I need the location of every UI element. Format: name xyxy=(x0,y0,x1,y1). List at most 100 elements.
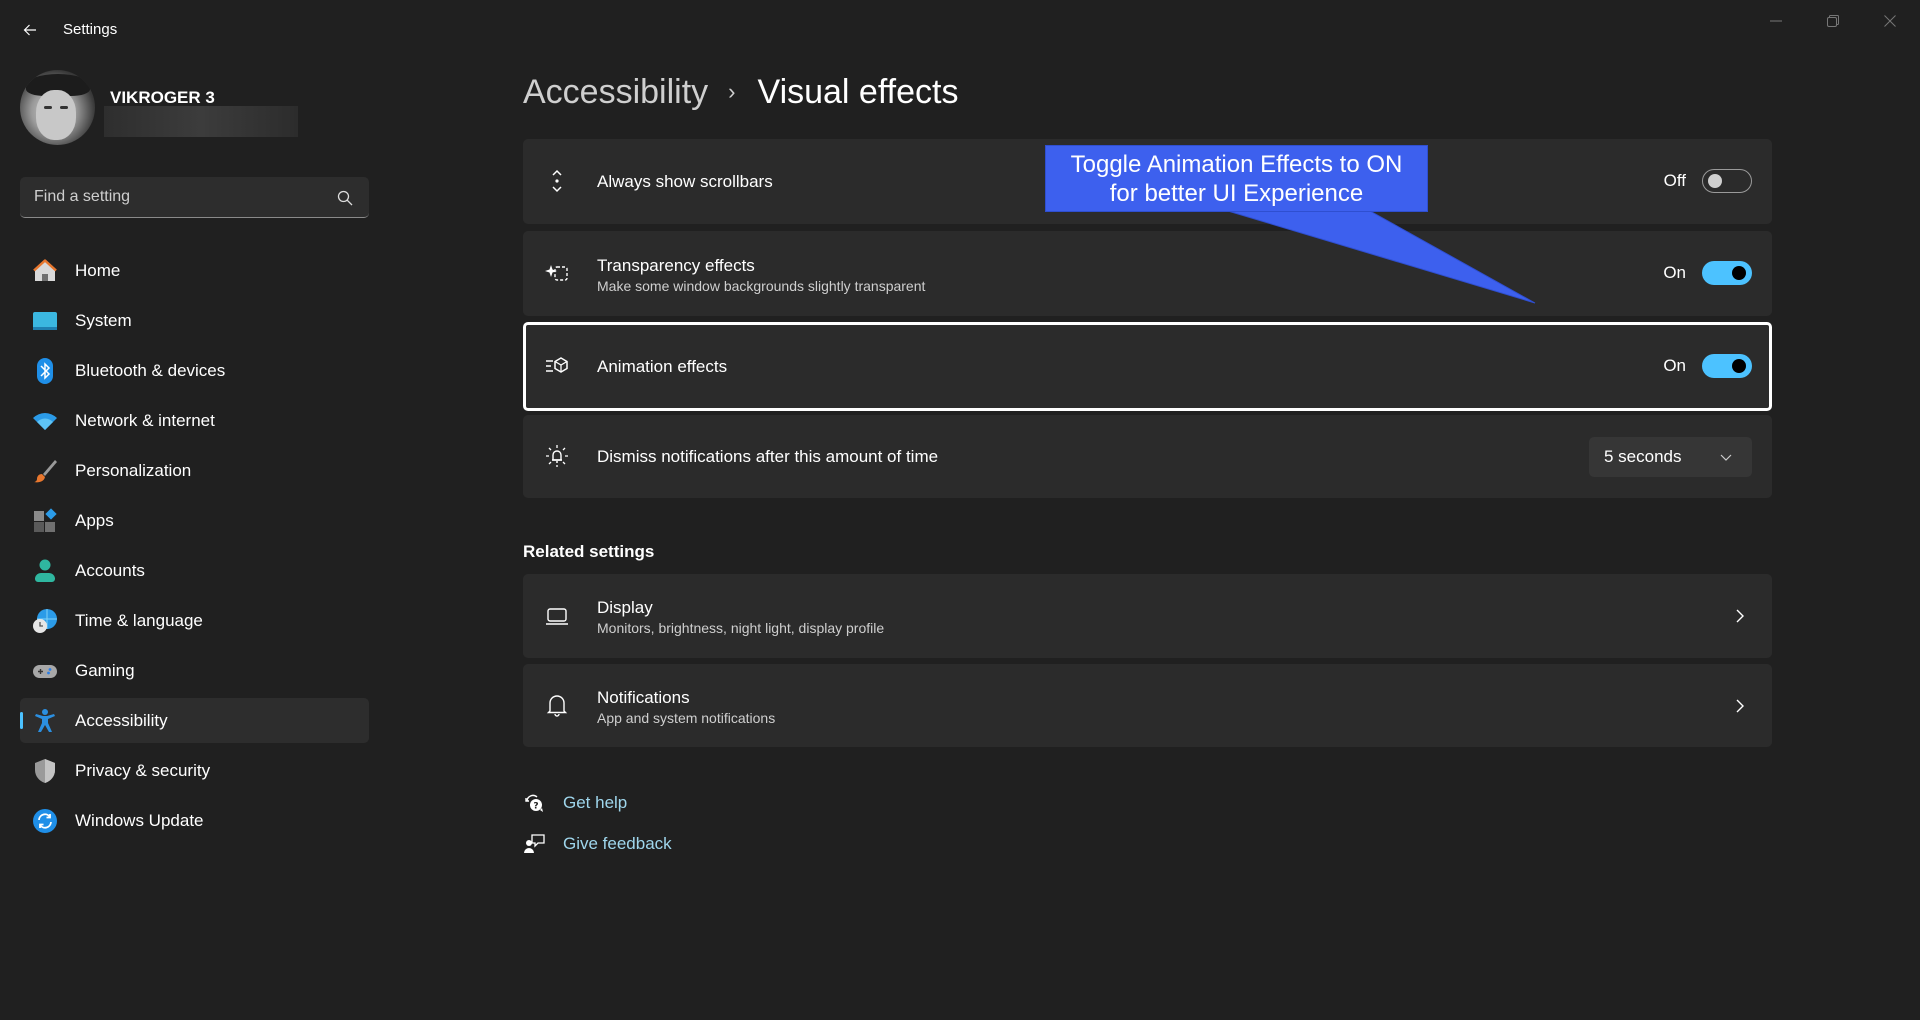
related-title: Display xyxy=(597,598,653,617)
restore-button[interactable] xyxy=(1810,6,1856,36)
sidebar-item-label: Home xyxy=(75,260,121,280)
chevron-right-icon xyxy=(1736,699,1744,713)
person-icon xyxy=(35,559,55,582)
bluetooth-icon xyxy=(37,358,53,384)
sidebar-item-apps[interactable]: Apps xyxy=(20,498,369,543)
give-feedback-label[interactable]: Give feedback xyxy=(563,834,672,854)
laptop-icon xyxy=(546,608,568,625)
title-bar: Settings xyxy=(0,0,1920,60)
sidebar-item-label: Apps xyxy=(75,510,114,530)
dropdown-value: 5 seconds xyxy=(1604,447,1682,466)
sidebar-item-label: System xyxy=(75,310,132,330)
sidebar-item-privacy[interactable]: Privacy & security xyxy=(20,748,369,793)
notification-timer-icon xyxy=(546,445,568,467)
app-title: Settings xyxy=(63,21,118,38)
sidebar-item-accessibility[interactable]: Accessibility xyxy=(20,698,369,743)
animation-icon xyxy=(546,357,568,373)
sidebar-item-time-language[interactable]: Time & language xyxy=(20,598,369,643)
avatar-eye xyxy=(60,106,68,109)
home-icon xyxy=(33,259,57,281)
back-button[interactable] xyxy=(18,18,42,42)
wifi-icon xyxy=(33,413,57,430)
setting-title: Transparency effects xyxy=(597,256,755,275)
transparency-toggle[interactable]: On xyxy=(1663,261,1752,285)
toggle-switch[interactable] xyxy=(1702,354,1752,378)
search-input[interactable] xyxy=(20,177,369,217)
arrow-left-icon xyxy=(23,24,36,36)
toggle-knob xyxy=(1708,174,1722,188)
chevron-right-icon xyxy=(1736,609,1744,623)
sidebar-item-label: Privacy & security xyxy=(75,760,211,780)
sidebar-item-gaming[interactable]: Gaming xyxy=(20,648,369,693)
animation-effects-toggle[interactable]: On xyxy=(1663,354,1752,378)
setting-title: Animation effects xyxy=(597,357,728,376)
profile-name: VIKROGER 3 xyxy=(110,88,215,107)
sidebar-item-accounts[interactable]: Accounts xyxy=(20,548,369,593)
accessibility-icon xyxy=(35,709,55,732)
related-settings-heading: Related settings xyxy=(523,542,655,561)
sidebar-item-label: Time & language xyxy=(75,610,203,630)
paintbrush-icon xyxy=(34,460,57,483)
breadcrumb-separator-icon: › xyxy=(728,79,736,104)
help-chat-icon: ? xyxy=(525,794,543,812)
setting-animation-effects: Animation effects On xyxy=(523,322,1772,411)
toggle-switch[interactable] xyxy=(1702,261,1752,285)
restore-icon xyxy=(1827,15,1839,27)
sidebar-item-network[interactable]: Network & internet xyxy=(20,398,369,443)
minimize-icon xyxy=(1770,20,1782,22)
shield-icon xyxy=(35,759,55,783)
close-button[interactable] xyxy=(1867,6,1913,36)
get-help-link[interactable]: ? Get help xyxy=(523,790,627,816)
page-title: Visual effects xyxy=(757,72,959,111)
toggle-state-label: On xyxy=(1663,356,1686,375)
user-profile[interactable]: VIKROGER 3 xyxy=(20,70,370,146)
give-feedback-link[interactable]: Give feedback xyxy=(523,831,672,857)
sidebar-item-windows-update[interactable]: Windows Update xyxy=(20,798,369,843)
setting-title: Dismiss notifications after this amount … xyxy=(597,447,939,466)
scrollbars-toggle[interactable]: Off xyxy=(1664,169,1752,193)
transparency-icon xyxy=(545,265,568,281)
dismiss-time-dropdown[interactable]: 5 seconds xyxy=(1589,437,1752,477)
search-icon[interactable] xyxy=(337,190,353,206)
sidebar-item-label: Gaming xyxy=(75,660,135,680)
related-item-notifications[interactable]: Notifications App and system notificatio… xyxy=(523,664,1772,747)
sidebar-item-personalization[interactable]: Personalization xyxy=(20,448,369,493)
breadcrumb-parent[interactable]: Accessibility xyxy=(523,73,708,112)
breadcrumb: Accessibility › Visual effects xyxy=(523,70,958,114)
settings-search[interactable] xyxy=(20,177,369,218)
sync-icon xyxy=(33,809,57,833)
avatar-eye xyxy=(44,106,52,109)
toggle-state-label: On xyxy=(1663,263,1686,282)
annotation-callout: Toggle Animation Effects to ON for bette… xyxy=(1045,145,1428,212)
toggle-knob xyxy=(1732,266,1746,280)
toggle-switch[interactable] xyxy=(1702,169,1752,193)
related-item-display[interactable]: Display Monitors, brightness, night ligh… xyxy=(523,574,1772,658)
setting-transparency-effects: Transparency effects Make some window ba… xyxy=(523,231,1772,316)
toggle-knob xyxy=(1732,359,1746,373)
avatar[interactable] xyxy=(20,70,95,145)
sidebar-item-label: Windows Update xyxy=(75,810,204,830)
sidebar-item-home[interactable]: Home xyxy=(20,248,369,293)
system-icon xyxy=(33,312,57,330)
sidebar-nav: Home System Bluetooth & devices Network … xyxy=(20,248,369,848)
sidebar-item-system[interactable]: System xyxy=(20,298,369,343)
svg-text:?: ? xyxy=(533,802,538,812)
close-icon xyxy=(1884,15,1896,27)
sidebar-item-label: Network & internet xyxy=(75,410,215,430)
globe-clock-icon xyxy=(33,609,57,633)
toggle-state-label: Off xyxy=(1663,171,1686,190)
minimize-button[interactable] xyxy=(1753,6,1799,36)
bell-icon xyxy=(546,695,568,717)
gamepad-icon xyxy=(33,665,57,678)
scrollbar-icon xyxy=(552,169,562,193)
sidebar-item-label: Bluetooth & devices xyxy=(75,360,226,380)
related-subtitle: App and system notifications xyxy=(597,710,776,726)
feedback-icon xyxy=(524,834,545,853)
sidebar-item-bluetooth[interactable]: Bluetooth & devices xyxy=(20,348,369,393)
redacted-email xyxy=(104,106,298,137)
setting-subtitle: Make some window backgrounds slightly tr… xyxy=(597,278,926,294)
related-subtitle: Monitors, brightness, night light, displ… xyxy=(597,620,885,636)
sidebar-item-label: Personalization xyxy=(75,460,192,480)
get-help-label[interactable]: Get help xyxy=(563,793,627,813)
apps-icon xyxy=(34,508,57,532)
